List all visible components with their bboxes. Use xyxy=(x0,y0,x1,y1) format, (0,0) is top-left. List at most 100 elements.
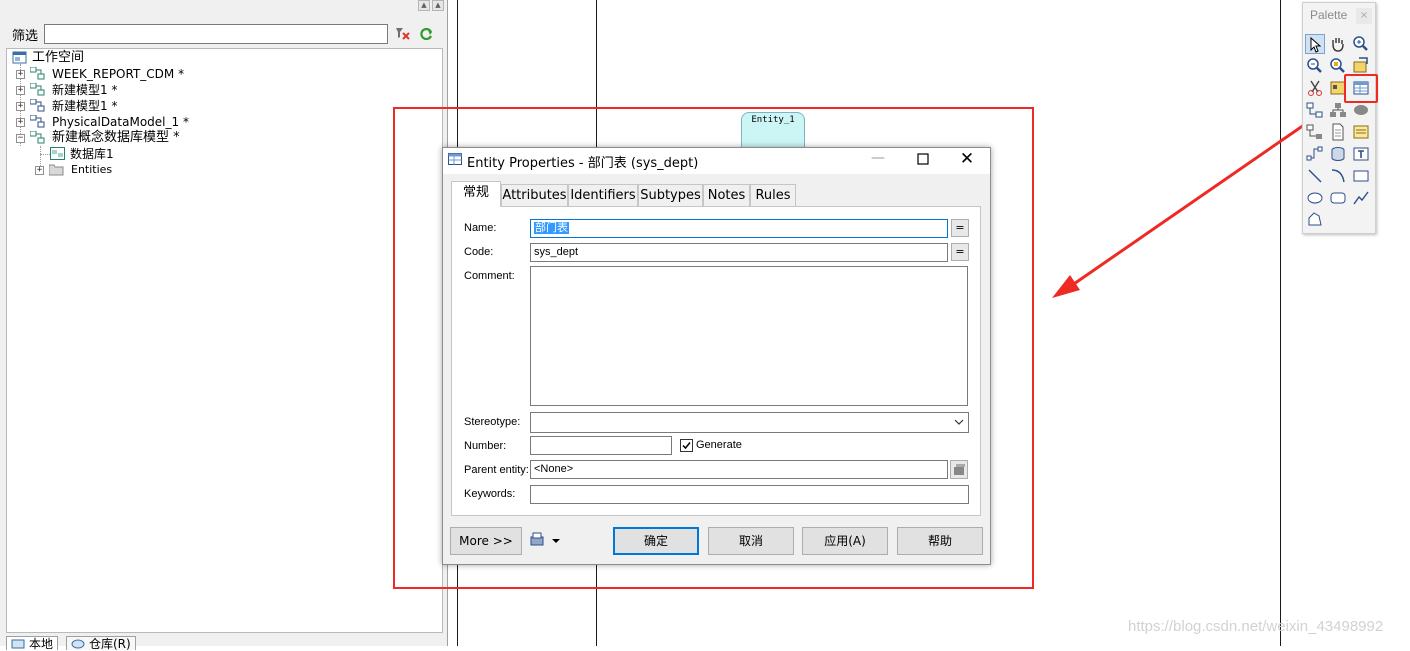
expand-icon[interactable]: + xyxy=(16,70,25,79)
open-package-icon[interactable] xyxy=(1351,56,1371,76)
help-button[interactable]: 帮助 xyxy=(897,527,983,555)
tab-identifiers[interactable]: Identifiers xyxy=(568,184,638,206)
parent-entity-properties-button[interactable] xyxy=(950,460,968,479)
tab-rules[interactable]: Rules xyxy=(750,184,796,206)
line-icon[interactable] xyxy=(1305,166,1325,186)
expand-icon[interactable]: + xyxy=(16,118,25,127)
print-menu-button[interactable] xyxy=(528,531,564,551)
cdm-model-icon xyxy=(30,83,45,96)
palette-close-button[interactable]: × xyxy=(1356,8,1372,24)
entity-icon xyxy=(448,153,462,165)
checkmark-icon xyxy=(682,442,691,450)
zoom-in-icon[interactable] xyxy=(1351,34,1371,54)
comment-textarea[interactable] xyxy=(530,266,968,406)
palette-highlight-frame xyxy=(1344,74,1378,103)
zoom-fit-icon[interactable] xyxy=(1328,56,1348,76)
polygon-icon[interactable] xyxy=(1305,210,1325,230)
tab-local-label: 本地 xyxy=(29,637,54,651)
hierarchy-icon[interactable] xyxy=(1328,100,1348,120)
scroll-left-button[interactable]: ▲ xyxy=(418,0,430,11)
cdm-model-icon xyxy=(30,131,45,144)
filter-clear-icon[interactable] xyxy=(395,26,411,42)
pdm-model-icon xyxy=(30,99,45,112)
more-button[interactable]: More >> xyxy=(450,527,522,555)
tree-item-label: WEEK_REPORT_CDM * xyxy=(52,67,185,81)
association-icon[interactable] xyxy=(1351,100,1371,120)
tree-connector xyxy=(40,154,50,155)
parent-entity-field[interactable]: <None> xyxy=(530,460,948,479)
keywords-label: Keywords: xyxy=(464,488,516,500)
local-icon xyxy=(11,639,25,649)
number-field[interactable] xyxy=(530,436,672,455)
rectangle-icon[interactable] xyxy=(1351,166,1371,186)
expand-icon[interactable]: + xyxy=(16,86,25,95)
folder-icon xyxy=(49,164,64,176)
browser-bottom-tabs: 本地 仓库(R) xyxy=(4,636,444,651)
database-icon[interactable] xyxy=(1328,144,1348,164)
link-icon[interactable] xyxy=(1305,122,1325,142)
collapse-icon[interactable]: − xyxy=(16,134,25,143)
tree-item-label: 新建概念数据库模型 * xyxy=(52,130,180,145)
polyline-icon[interactable] xyxy=(1351,188,1371,208)
scroll-right-button[interactable]: ▲ xyxy=(432,0,444,11)
code-label: Code: xyxy=(464,246,494,258)
cdm-model-icon xyxy=(30,67,45,80)
tree-item-label: 新建模型1 * xyxy=(52,83,118,97)
tree-item-label: Entities xyxy=(71,163,113,176)
tree-item-label: PhysicalDataModel_1 * xyxy=(52,115,189,129)
rounded-rectangle-icon[interactable] xyxy=(1328,188,1348,208)
printer-icon xyxy=(530,532,560,546)
refresh-icon[interactable] xyxy=(418,26,434,42)
pdm-model-icon xyxy=(30,115,45,128)
tab-notes[interactable]: Notes xyxy=(703,184,750,206)
filter-input[interactable] xyxy=(44,24,388,44)
diagram-icon xyxy=(50,147,65,160)
keywords-field[interactable] xyxy=(530,485,969,504)
tab-local[interactable]: 本地 xyxy=(6,636,59,651)
dialog-title: Entity Properties - 部门表 (sys_dept) xyxy=(467,156,699,171)
tree-item-label: 工作空间 xyxy=(32,50,85,65)
apply-button[interactable]: 应用(A) xyxy=(802,527,888,555)
cancel-button[interactable]: 取消 xyxy=(708,527,794,555)
cut-icon[interactable] xyxy=(1305,78,1325,98)
tab-attributes[interactable]: Attributes xyxy=(501,184,568,206)
maximize-button[interactable] xyxy=(913,150,933,168)
generate-label: Generate xyxy=(696,439,742,451)
pointer-icon[interactable] xyxy=(1305,34,1325,54)
relationship-icon[interactable] xyxy=(1305,144,1325,164)
stereotype-label: Stereotype: xyxy=(464,416,521,428)
arc-icon[interactable] xyxy=(1328,166,1348,186)
tab-general[interactable]: 常规 xyxy=(451,181,501,207)
code-name-sync-button[interactable]: = xyxy=(951,243,969,261)
stereotype-select[interactable] xyxy=(530,412,969,433)
hand-icon[interactable] xyxy=(1328,34,1348,54)
tab-repository-label: 仓库(R) xyxy=(89,637,131,651)
expand-icon[interactable]: + xyxy=(16,102,25,111)
palette-title: Palette xyxy=(1310,8,1348,22)
comment-label: Comment: xyxy=(464,270,515,282)
ellipse-icon[interactable] xyxy=(1305,188,1325,208)
ok-button[interactable]: 确定 xyxy=(613,527,699,555)
name-field[interactable]: 部门表 xyxy=(530,219,948,238)
note-icon[interactable] xyxy=(1351,122,1371,142)
file-icon[interactable] xyxy=(1328,122,1348,142)
number-label: Number: xyxy=(464,440,507,452)
code-field[interactable]: sys_dept xyxy=(530,243,948,262)
name-code-sync-button[interactable]: = xyxy=(951,219,969,237)
parent-entity-label: Parent entity: xyxy=(464,464,529,476)
text-icon[interactable] xyxy=(1351,144,1371,164)
inheritance-icon[interactable] xyxy=(1305,100,1325,120)
watermark: https://blog.csdn.net/weixin_43498992 xyxy=(1128,618,1384,635)
filter-label: 筛选 xyxy=(12,29,39,44)
generate-checkbox[interactable] xyxy=(680,439,693,452)
name-value: 部门表 xyxy=(534,222,569,234)
tab-subtypes[interactable]: Subtypes xyxy=(638,184,703,206)
minimize-button[interactable]: — xyxy=(868,150,888,168)
repository-icon xyxy=(71,639,85,649)
zoom-out-icon[interactable] xyxy=(1305,56,1325,76)
name-label: Name: xyxy=(464,222,497,234)
close-button[interactable]: ✕ xyxy=(957,150,977,168)
expand-icon[interactable]: + xyxy=(35,166,44,175)
tab-repository[interactable]: 仓库(R) xyxy=(66,636,136,651)
properties-icon xyxy=(954,464,965,475)
